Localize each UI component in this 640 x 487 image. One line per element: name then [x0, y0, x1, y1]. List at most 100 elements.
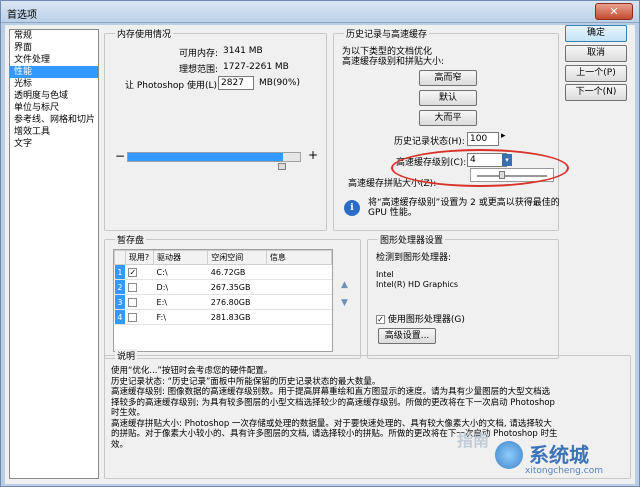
gpu-vendor: Intel [376, 270, 394, 279]
category-item[interactable]: 透明度与色域 [10, 90, 98, 102]
description-line: 使用“优化...”按钮时会考虑您的硬件配置。 [111, 366, 273, 376]
scratch-active-checkbox[interactable] [128, 312, 138, 322]
watermark-globe-icon [495, 441, 523, 469]
close-button[interactable]: ✕ [595, 3, 633, 20]
table-row[interactable]: 2 D:\ 267.35GB [114, 279, 332, 295]
history-states-dropdown-icon[interactable]: ▸ [501, 131, 506, 141]
tall-thin-button[interactable]: 高而窄 [419, 70, 477, 86]
available-memory-label: 可用内存: [179, 49, 219, 59]
scratch-cell-active[interactable] [125, 309, 154, 325]
table-row[interactable]: 4 F:\ 281.83GB [114, 309, 332, 325]
scratch-cell-idx: 4 [114, 309, 126, 325]
memory-usage-group: 内存使用情况 可用内存: 3141 MB 理想范围: 1727-2261 MB … [104, 27, 327, 231]
table-row[interactable]: 3 E:\ 276.80GB [114, 294, 332, 310]
category-item[interactable]: 文字 [10, 138, 98, 150]
use-gpu-option[interactable]: ✓ 使用图形处理器(G) [376, 312, 465, 325]
scratch-disks-table: 现用? 驱动器 空闲空间 信息 1 ✓ C:\ 46.72GB 2 D:\ 267.35GB 3 E:\… [114, 250, 333, 325]
watermark-site-cn: 系统城 [529, 443, 589, 467]
table-row[interactable]: 1 ✓ C:\ 46.72GB [114, 264, 332, 280]
next-button[interactable]: 下一个(N) [565, 84, 627, 101]
gpu-detected-label: 检测到图形处理器: [376, 253, 452, 263]
category-item[interactable]: 常规 [10, 30, 98, 42]
previous-button[interactable]: 上一个(P) [565, 65, 627, 82]
close-icon: ✕ [609, 5, 619, 18]
ideal-range-value: 1727-2261 MB [223, 62, 289, 72]
scratch-cell-active[interactable] [125, 294, 154, 310]
scratch-cell-drive: D:\ [153, 279, 208, 295]
scratch-header-cell[interactable]: 驱动器 [153, 250, 209, 265]
scratch-disks-legend: 暂存盘 [115, 233, 147, 246]
move-up-icon[interactable]: ▲ [341, 280, 348, 290]
gpu-tip-line2: GPU 性能。 [368, 208, 417, 218]
category-item[interactable]: 界面 [10, 42, 98, 54]
memory-percent-label: MB(90%) [259, 78, 300, 88]
move-down-icon[interactable]: ▼ [341, 298, 348, 308]
scratch-active-checkbox[interactable] [128, 297, 138, 307]
scratch-disks-group: 暂存盘 现用? 驱动器 空闲空间 信息 1 ✓ C:\ 46.72GB 2 D:\ 267.35GB… [104, 233, 361, 359]
history-states-label: 历史记录状态(H): [394, 137, 465, 147]
scratch-cell-free: 276.80GB [207, 294, 267, 310]
big-flat-button[interactable]: 大而平 [419, 110, 477, 126]
category-item[interactable]: 单位与标尺 [10, 102, 98, 114]
scratch-cell-info [266, 294, 332, 310]
history-cache-group: 历史记录与高速缓存 为以下类型的文档优化 高速缓存级别和拼贴大小: 高而窄 默认… [333, 27, 560, 231]
gpu-model: Intel(R) HD Graphics [376, 280, 459, 289]
ideal-range-label: 理想范围: [179, 65, 219, 75]
scratch-cell-active[interactable]: ✓ [125, 264, 154, 280]
scratch-cell-free: 46.72GB [207, 264, 267, 280]
scratch-header-cell[interactable]: 信息 [265, 250, 333, 265]
available-memory-value: 3141 MB [223, 46, 263, 56]
default-button[interactable]: 默认 [419, 90, 477, 106]
category-item[interactable]: 文件处理 [10, 54, 98, 66]
dialog-body: 常规 界面 文件处理 性能 光标 透明度与色域 单位与标尺 参考线、网格和切片 增效工具 文字 内… [5, 25, 635, 484]
watermark-site-en: xitongcheng.com [525, 466, 603, 476]
scratch-cell-drive: F:\ [153, 309, 208, 325]
scratch-active-checkbox[interactable]: ✓ [128, 267, 138, 277]
scratch-cell-info [266, 279, 332, 295]
ok-button[interactable]: 确定 [565, 25, 627, 42]
window-title: 首选项 [7, 10, 37, 21]
scratch-header-cell[interactable]: 现用? [124, 250, 155, 265]
scratch-cell-info [266, 264, 332, 280]
memory-usage-legend: 内存使用情况 [115, 27, 174, 40]
scratch-cell-idx: 3 [114, 294, 126, 310]
use-gpu-checkbox[interactable]: ✓ [376, 315, 385, 324]
scratch-active-checkbox[interactable] [128, 282, 138, 292]
memory-slider-track[interactable] [127, 152, 301, 162]
preferences-window: 首选项 ✕ 常规 界面 文件处理 性能 光标 透明度与色域 单位与标尺 参考线、网格和切片 增效… [0, 0, 640, 487]
history-states-input[interactable]: 100 [467, 132, 499, 146]
scratch-cell-active[interactable] [125, 279, 154, 295]
description-line: 时生效。 [111, 408, 146, 418]
title-bar: 首选项 ✕ [1, 1, 639, 23]
scratch-cell-drive: E:\ [153, 294, 208, 310]
description-line: 高速缓存拼贴大小: Photoshop 一次存储或处理的数据量。对于要快速处理的… [111, 418, 552, 429]
description-line: 历史记录状态: “历史记录”面板中所能保留的历史记录状态的最大数量。 [111, 376, 381, 387]
slider-decrease[interactable]: − [115, 149, 125, 163]
category-item[interactable]: 增效工具 [10, 126, 98, 138]
scratch-header-cell[interactable] [114, 250, 126, 265]
gpu-settings-legend: 图形处理器设置 [378, 233, 446, 246]
use-gpu-label: 使用图形处理器(G) [387, 315, 465, 325]
let-photoshop-use-label: 让 Photoshop 使用(L): [125, 81, 221, 91]
category-item[interactable]: 性能 [10, 66, 98, 78]
watermark-overlay-text: 指南 [457, 431, 490, 450]
optimize-intro-line2: 高速缓存级别和拼贴大小: [342, 57, 445, 67]
description-legend: 说明 [115, 349, 138, 362]
advanced-settings-button[interactable]: 高级设置... [378, 328, 436, 344]
scratch-cell-info [266, 309, 332, 325]
cancel-button[interactable]: 取消 [565, 45, 627, 62]
scratch-header-cell[interactable]: 空闲空间 [207, 250, 267, 265]
scratch-cell-free: 267.35GB [207, 279, 267, 295]
category-list[interactable]: 常规 界面 文件处理 性能 光标 透明度与色域 单位与标尺 参考线、网格和切片 增效工具 文字 [9, 29, 99, 479]
info-icon: i [344, 200, 360, 216]
description-line: 择较多的高速缓存级别; 为具有较多图层的小型文档选择较少的高速缓存级别。所做的更… [111, 397, 555, 408]
scratch-cell-drive: C:\ [153, 264, 208, 280]
site-watermark: 指南 系统城 xitongcheng.com [457, 431, 633, 481]
category-item[interactable]: 光标 [10, 78, 98, 90]
memory-amount-input[interactable]: 2827 [218, 76, 254, 90]
category-item[interactable]: 参考线、网格和切片 [10, 114, 98, 126]
scratch-cell-idx: 1 [114, 264, 126, 280]
memory-slider-thumb[interactable] [278, 163, 286, 170]
slider-increase[interactable]: + [308, 148, 318, 162]
description-line: 高速缓存级别: 图像数据的高速缓存级别数。用于提高屏幕重绘和直方图显示的速度。请… [111, 387, 551, 397]
